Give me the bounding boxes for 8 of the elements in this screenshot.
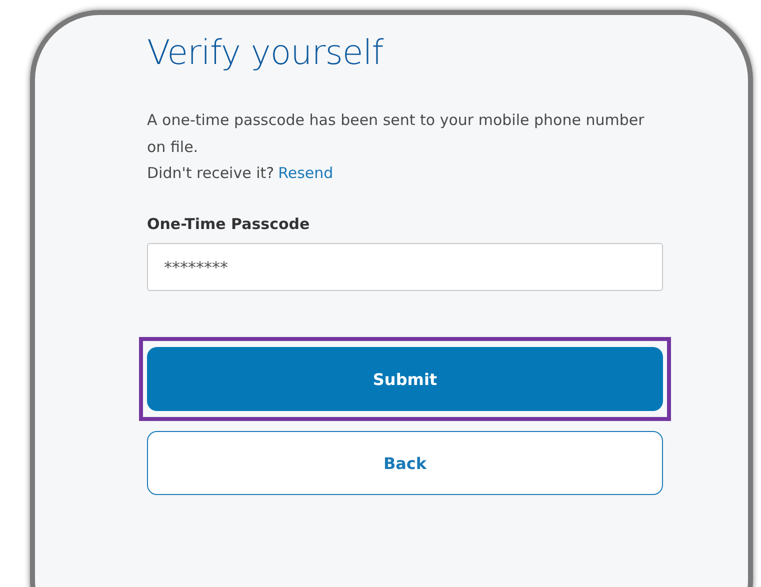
resend-link[interactable]: Resend bbox=[278, 161, 334, 185]
info-text: A one-time passcode has been sent to your mobile phone number on file. bbox=[147, 110, 646, 158]
field-label: One-Time Passcode bbox=[147, 215, 311, 233]
back-button[interactable]: Back bbox=[147, 431, 663, 495]
resend-prompt: Didn't receive it? bbox=[147, 163, 274, 184]
submit-button[interactable]: Submit bbox=[147, 347, 663, 411]
page-title: Verify yourself bbox=[147, 33, 385, 73]
passcode-field[interactable]: ******** bbox=[147, 243, 663, 291]
